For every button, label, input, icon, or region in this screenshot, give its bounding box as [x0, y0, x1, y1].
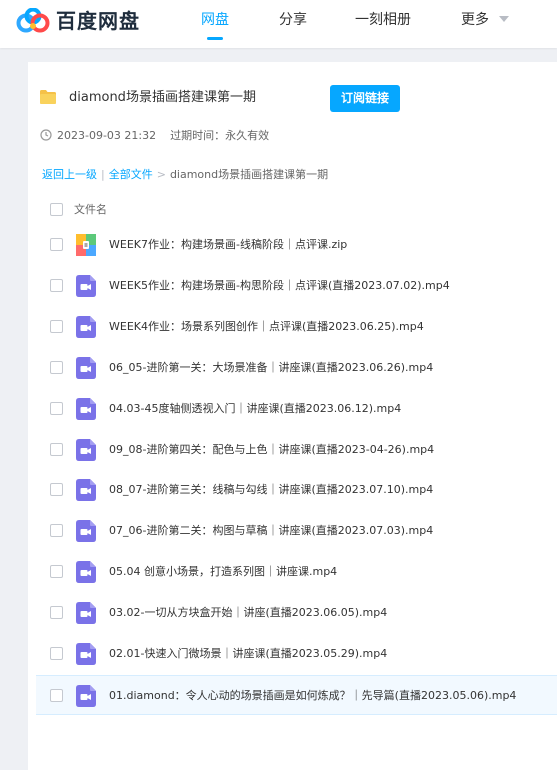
subscribe-button[interactable]: 订阅链接: [330, 85, 400, 112]
file-row[interactable]: 04.03-45度轴侧透视入门｜讲座课(直播2023.06.12).mp4: [28, 389, 557, 429]
logo-text: 百度网盘: [56, 9, 140, 33]
video-file-icon: [76, 438, 96, 461]
select-all-checkbox[interactable]: [50, 203, 63, 216]
breadcrumb-back-link[interactable]: 返回上一级: [42, 167, 97, 183]
video-file-icon: [76, 602, 96, 625]
baidu-cloud-logo-icon: [16, 8, 50, 33]
video-file-icon: [76, 684, 96, 707]
file-row[interactable]: 05.04 创意小场景，打造系列图｜讲座课.mp4: [28, 552, 557, 592]
file-name[interactable]: WEEK7作业：构建场景画-线稿阶段｜点评课.zip: [109, 237, 347, 253]
folder-icon: [40, 90, 56, 104]
file-name[interactable]: 03.02-一切从方块盒开始｜讲座(直播2023.06.05).mp4: [109, 605, 387, 621]
file-checkbox[interactable]: [50, 238, 63, 251]
breadcrumb-separator: >: [156, 168, 166, 181]
file-row[interactable]: 06_05-进阶第一关：大场景准备｜讲座课(直播2023.06.26).mp4: [28, 348, 557, 388]
nav-item-more[interactable]: 更多: [461, 10, 489, 30]
video-file-icon: [76, 397, 96, 420]
file-name[interactable]: 02.01-快速入门微场景｜讲座课(直播2023.05.29).mp4: [109, 646, 387, 662]
file-checkbox[interactable]: [50, 401, 63, 415]
file-name[interactable]: 05.04 创意小场景，打造系列图｜讲座课.mp4: [109, 564, 337, 580]
file-checkbox[interactable]: [50, 278, 63, 292]
video-file-icon: [76, 274, 96, 297]
file-checkbox[interactable]: [50, 483, 63, 497]
file-name[interactable]: WEEK5作业：构建场景画-构思阶段｜点评课(直播2023.07.02).mp4: [109, 278, 450, 294]
file-name[interactable]: 01.diamond：令人心动的场景插画是如何炼成？｜先导篇(直播2023.05…: [109, 688, 516, 704]
file-row[interactable]: 03.02-一切从方块盒开始｜讲座(直播2023.06.05).mp4: [28, 593, 557, 633]
file-list-header: 文件名: [28, 198, 557, 220]
file-row[interactable]: 07_06-进阶第二关：构图与草稿｜讲座课(直播2023.07.03).mp4: [28, 511, 557, 551]
file-name[interactable]: 08_07-进阶第三关：线稿与勾线｜讲座课(直播2023.07.10).mp4: [109, 482, 433, 498]
zip-file-icon: [76, 234, 96, 256]
file-row[interactable]: 08_07-进阶第三关：线稿与勾线｜讲座课(直播2023.07.10).mp4: [28, 470, 557, 510]
file-checkbox[interactable]: [50, 442, 63, 456]
file-name[interactable]: 04.03-45度轴侧透视入门｜讲座课(直播2023.06.12).mp4: [109, 401, 401, 417]
breadcrumb-separator: |: [101, 168, 105, 181]
active-nav-indicator: [207, 37, 223, 40]
share-panel: diamond场景插画搭建课第一期 订阅链接 2023-09-03 21:32 …: [28, 62, 557, 770]
nav-item-album[interactable]: 一刻相册: [355, 10, 411, 30]
clock-icon: [40, 129, 52, 141]
file-checkbox[interactable]: [50, 647, 63, 660]
nav-item-share[interactable]: 分享: [279, 10, 307, 30]
video-file-icon: [76, 520, 96, 543]
chevron-down-icon[interactable]: [499, 16, 509, 22]
file-row[interactable]: 02.01-快速入门微场景｜讲座课(直播2023.05.29).mp4: [28, 634, 557, 674]
share-meta: 2023-09-03 21:32 过期时间：永久有效: [40, 127, 269, 143]
video-file-icon: [76, 643, 96, 665]
file-name[interactable]: 06_05-进阶第一关：大场景准备｜讲座课(直播2023.06.26).mp4: [109, 360, 433, 376]
column-header-filename: 文件名: [74, 203, 107, 216]
file-checkbox[interactable]: [50, 565, 63, 579]
share-created-time: 2023-09-03 21:32: [57, 128, 157, 142]
file-name[interactable]: WEEK4作业：场景系列图创作｜点评课(直播2023.06.25).mp4: [109, 319, 424, 335]
file-checkbox[interactable]: [50, 319, 63, 333]
nav-item-netdisk[interactable]: 网盘: [201, 10, 229, 30]
file-checkbox[interactable]: [50, 360, 63, 374]
share-expire-text: 过期时间：永久有效: [170, 129, 270, 142]
file-name[interactable]: 09_08-进阶第四关：配色与上色｜讲座课(直播2023-04-26).mp4: [109, 442, 434, 458]
breadcrumb: 返回上一级 | 全部文件 > diamond场景插画搭建课第一期: [42, 167, 328, 183]
video-file-icon: [76, 315, 96, 338]
logo[interactable]: 百度网盘: [16, 7, 140, 35]
top-navbar: 百度网盘 网盘 分享 一刻相册 更多: [0, 0, 557, 48]
breadcrumb-current: diamond场景插画搭建课第一期: [169, 168, 329, 181]
file-checkbox[interactable]: [50, 524, 63, 538]
file-row[interactable]: WEEK5作业：构建场景画-构思阶段｜点评课(直播2023.07.02).mp4: [28, 266, 557, 306]
file-checkbox[interactable]: [50, 606, 63, 620]
video-file-icon: [76, 561, 96, 584]
file-row[interactable]: 01.diamond：令人心动的场景插画是如何炼成？｜先导篇(直播2023.05…: [36, 674, 557, 715]
breadcrumb-all-files-link[interactable]: 全部文件: [109, 167, 153, 183]
share-title: diamond场景插画搭建课第一期: [69, 90, 256, 105]
file-row[interactable]: WEEK4作业：场景系列图创作｜点评课(直播2023.06.25).mp4: [28, 307, 557, 347]
file-checkbox[interactable]: [50, 688, 63, 702]
video-file-icon: [76, 356, 96, 379]
file-row[interactable]: WEEK7作业：构建场景画-线稿阶段｜点评课.zip: [28, 225, 557, 265]
video-file-icon: [76, 479, 96, 502]
file-row[interactable]: 09_08-进阶第四关：配色与上色｜讲座课(直播2023-04-26).mp4: [28, 430, 557, 470]
file-name[interactable]: 07_06-进阶第二关：构图与草稿｜讲座课(直播2023.07.03).mp4: [109, 523, 433, 539]
